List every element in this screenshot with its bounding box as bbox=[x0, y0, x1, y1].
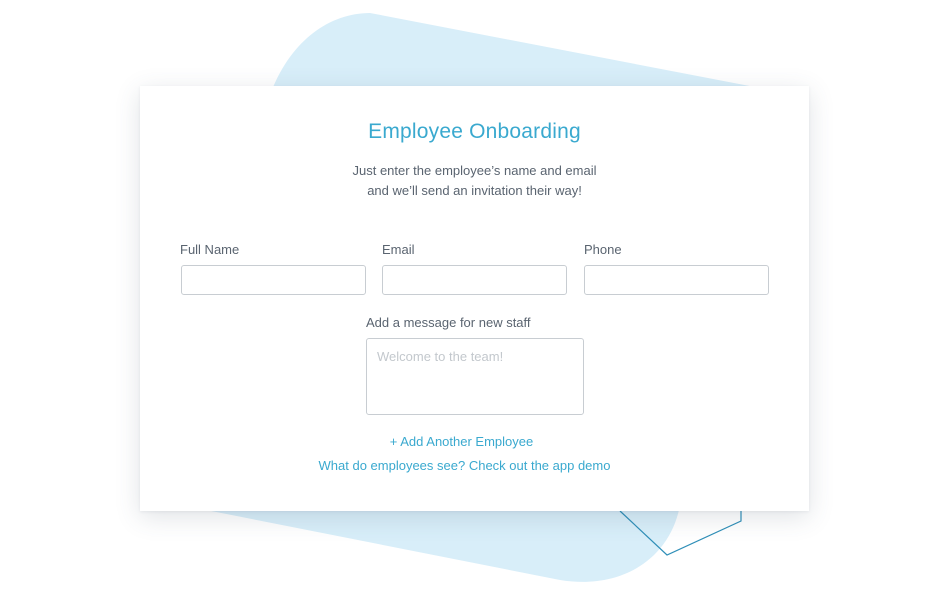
onboarding-form-card: Employee Onboarding Just enter the emplo… bbox=[140, 86, 809, 511]
full-name-label: Full Name bbox=[180, 242, 240, 257]
full-name-input[interactable] bbox=[181, 265, 366, 295]
add-another-employee-link[interactable]: + Add Another Employee bbox=[127, 434, 796, 449]
form-subtitle-line1: Just enter the employee’s name and email bbox=[352, 163, 597, 178]
phone-input[interactable] bbox=[584, 265, 769, 295]
phone-label: Phone bbox=[584, 242, 622, 257]
message-label: Add a message for new staff bbox=[366, 315, 531, 330]
form-subtitle-line2: and we’ll send an invitation their way! bbox=[367, 183, 582, 198]
app-demo-link[interactable]: What do employees see? Check out the app… bbox=[130, 458, 799, 473]
email-input[interactable] bbox=[382, 265, 567, 295]
email-label: Email bbox=[382, 242, 415, 257]
page: Employee Onboarding Just enter the emplo… bbox=[0, 0, 950, 595]
message-textarea[interactable] bbox=[366, 338, 584, 415]
form-title: Employee Onboarding bbox=[368, 120, 581, 143]
